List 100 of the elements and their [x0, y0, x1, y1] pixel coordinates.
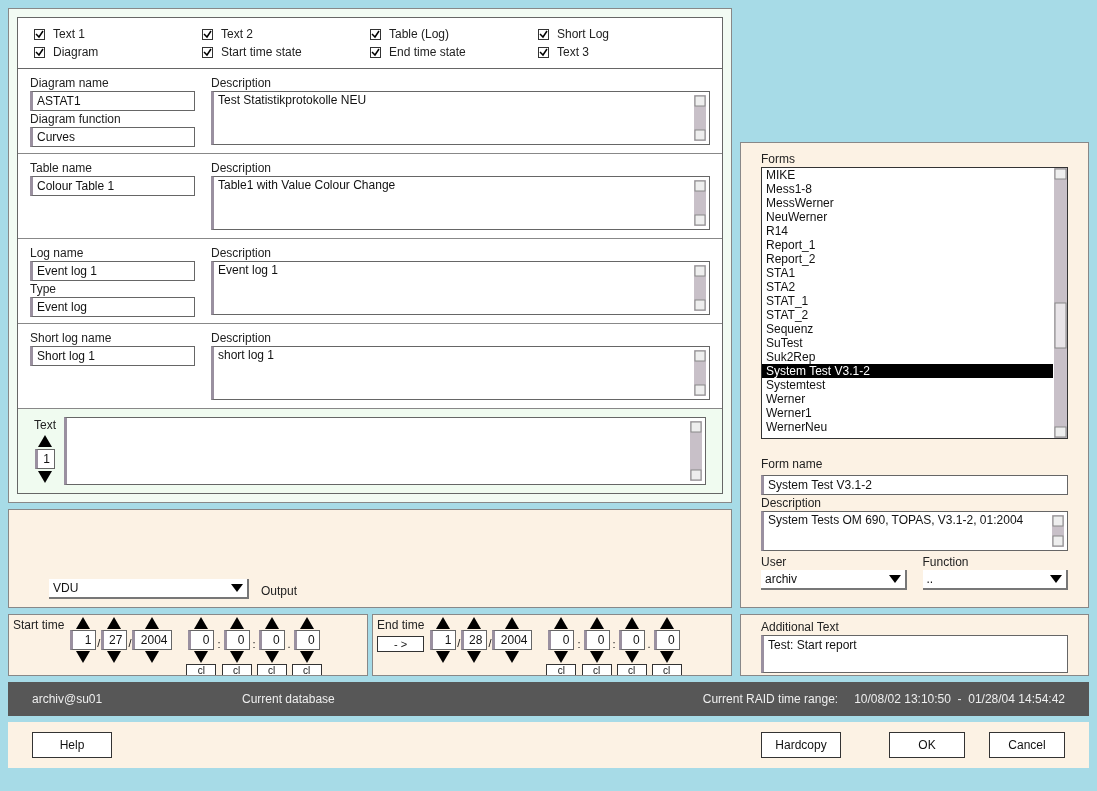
hardcopy-button[interactable]: Hardcopy	[761, 732, 841, 758]
date-field[interactable]: 2004	[492, 630, 533, 650]
list-item[interactable]: Suk2Rep	[762, 350, 1053, 364]
list-item[interactable]: Systemtest	[762, 378, 1053, 392]
name-field[interactable]: Event log 1	[30, 261, 195, 281]
list-item[interactable]: Report_1	[762, 238, 1053, 252]
list-item[interactable]: MessWerner	[762, 196, 1053, 210]
list-item[interactable]: WernerNeu	[762, 420, 1053, 434]
time-field[interactable]: 0	[618, 630, 645, 650]
clear-button[interactable]: cl	[546, 664, 577, 675]
up-arrow-icon[interactable]	[229, 617, 244, 629]
clear-button[interactable]: cl	[221, 664, 252, 675]
scrollbar[interactable]	[1054, 168, 1067, 438]
additional-text-field[interactable]: Test: Start report	[761, 635, 1068, 673]
description-field[interactable]: System Tests OM 690, TOPAS, V3.1-2, 01:2004	[761, 511, 1068, 551]
value-field[interactable]: Event log	[30, 297, 195, 317]
down-arrow-icon[interactable]	[107, 651, 122, 663]
list-item[interactable]: Report_2	[762, 252, 1053, 266]
up-arrow-icon[interactable]	[467, 617, 482, 629]
up-arrow-icon[interactable]	[194, 617, 209, 629]
scrollbar[interactable]	[1052, 515, 1064, 547]
description-field[interactable]: short log 1	[211, 346, 710, 400]
checkbox[interactable]	[202, 46, 213, 58]
down-arrow-icon[interactable]	[299, 651, 314, 663]
list-item[interactable]: STAT_1	[762, 294, 1053, 308]
date-field[interactable]: 27	[101, 630, 128, 650]
down-arrow-icon[interactable]	[505, 651, 520, 663]
time-field[interactable]: 0	[653, 630, 680, 650]
time-field[interactable]: 0	[583, 630, 610, 650]
checkbox[interactable]	[538, 28, 549, 40]
down-arrow-icon[interactable]	[554, 651, 569, 663]
down-arrow-icon[interactable]	[467, 651, 482, 663]
scrollbar[interactable]	[694, 350, 706, 396]
list-item[interactable]: Mess1-8	[762, 182, 1053, 196]
up-arrow-icon[interactable]	[76, 617, 91, 629]
checkbox[interactable]	[370, 46, 381, 58]
up-arrow-icon[interactable]	[107, 617, 122, 629]
scrollbar[interactable]	[694, 180, 706, 226]
up-arrow-icon[interactable]	[264, 617, 279, 629]
checkbox[interactable]	[370, 28, 381, 40]
date-field[interactable]: 1	[70, 630, 97, 650]
up-arrow-icon[interactable]	[505, 617, 520, 629]
up-arrow-icon[interactable]	[145, 617, 160, 629]
down-arrow-icon[interactable]	[436, 651, 451, 663]
clear-button[interactable]: cl	[186, 664, 217, 675]
checkbox[interactable]	[34, 46, 45, 58]
clear-button[interactable]: cl	[616, 664, 647, 675]
checkbox[interactable]	[34, 28, 45, 40]
down-arrow-icon[interactable]	[589, 651, 604, 663]
description-field[interactable]: Table1 with Value Colour Change	[211, 176, 710, 230]
date-field[interactable]: 1	[430, 630, 457, 650]
list-item[interactable]: STA1	[762, 266, 1053, 280]
scrollbar[interactable]	[694, 95, 706, 141]
down-arrow-icon[interactable]	[624, 651, 639, 663]
down-arrow-icon[interactable]	[38, 471, 52, 483]
checkbox[interactable]	[202, 28, 213, 40]
copy-button[interactable]: - >	[377, 636, 425, 652]
date-field[interactable]: 28	[461, 630, 488, 650]
output-dropdown[interactable]: VDU	[49, 579, 249, 599]
clear-button[interactable]: cl	[256, 664, 287, 675]
list-item[interactable]: MIKE	[762, 168, 1053, 182]
up-arrow-icon[interactable]	[624, 617, 639, 629]
clear-button[interactable]: cl	[291, 664, 322, 675]
list-item[interactable]: SuTest	[762, 336, 1053, 350]
name-field[interactable]: Colour Table 1	[30, 176, 195, 196]
checkbox[interactable]	[538, 46, 549, 58]
up-arrow-icon[interactable]	[589, 617, 604, 629]
date-field[interactable]: 2004	[132, 630, 173, 650]
text-area[interactable]	[64, 417, 706, 485]
clear-button[interactable]: cl	[581, 664, 612, 675]
time-field[interactable]: 0	[223, 630, 250, 650]
up-arrow-icon[interactable]	[554, 617, 569, 629]
name-field[interactable]: Short log 1	[30, 346, 195, 366]
up-arrow-icon[interactable]	[659, 617, 674, 629]
number-field[interactable]: 1	[35, 449, 55, 469]
value-field[interactable]: Curves	[30, 127, 195, 147]
down-arrow-icon[interactable]	[145, 651, 160, 663]
list-item[interactable]: System Test V3.1-2	[762, 364, 1053, 378]
list-item[interactable]: R14	[762, 224, 1053, 238]
dropdown[interactable]: archiv	[761, 570, 907, 590]
list-item[interactable]: Sequenz	[762, 322, 1053, 336]
dropdown[interactable]: ..	[922, 570, 1068, 590]
clear-button[interactable]: cl	[651, 664, 682, 675]
description-field[interactable]: Test Statistikprotokolle NEU	[211, 91, 710, 145]
form-name-field[interactable]: System Test V3.1-2	[761, 475, 1068, 495]
up-arrow-icon[interactable]	[38, 435, 52, 447]
scrollbar[interactable]	[690, 421, 702, 481]
list-item[interactable]: Werner1	[762, 406, 1053, 420]
down-arrow-icon[interactable]	[229, 651, 244, 663]
time-field[interactable]: 0	[548, 630, 575, 650]
list-item[interactable]: NeuWerner	[762, 210, 1053, 224]
up-arrow-icon[interactable]	[299, 617, 314, 629]
description-field[interactable]: Event log 1	[211, 261, 710, 315]
time-field[interactable]: 0	[188, 630, 215, 650]
scrollbar[interactable]	[694, 265, 706, 311]
list-item[interactable]: Werner	[762, 392, 1053, 406]
up-arrow-icon[interactable]	[436, 617, 451, 629]
help-button[interactable]: Help	[32, 732, 112, 758]
cancel-button[interactable]: Cancel	[989, 732, 1065, 758]
list-item[interactable]: STA2	[762, 280, 1053, 294]
